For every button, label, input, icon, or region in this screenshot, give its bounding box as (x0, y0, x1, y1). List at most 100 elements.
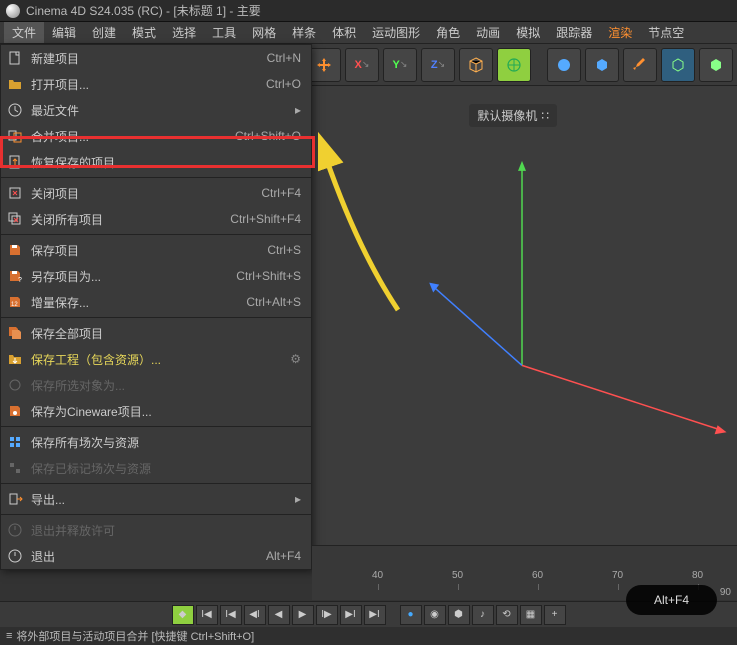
menubar: 文件 编辑 创建 模式 选择 工具 网格 样条 体积 运动图形 角色 动画 模拟… (0, 22, 737, 44)
incr-icon: 12 (5, 293, 25, 311)
menu-item-close[interactable]: 关闭项目 Ctrl+F4 (1, 180, 311, 206)
axis-x-icon[interactable]: X↘ (345, 48, 379, 82)
timeline-tick: 70 (612, 570, 623, 581)
tooltip: Alt+F4 (626, 585, 717, 615)
status-text: 将外部项目与活动项目合并 [快捷键 Ctrl+Shift+O] (16, 628, 254, 644)
sphere-tool-icon[interactable] (547, 48, 581, 82)
closeall-icon (5, 210, 25, 228)
menu-edit[interactable]: 编辑 (44, 22, 84, 43)
menu-tools[interactable]: 工具 (204, 22, 244, 43)
playback-button[interactable]: ▦ (520, 605, 542, 625)
timeline-end: 90 (720, 587, 731, 598)
play-back-button[interactable]: ◀ (268, 605, 290, 625)
shaded-icon[interactable] (699, 48, 733, 82)
menu-item-savepkg[interactable]: 保存工程（包含资源）... ⚙ (1, 346, 311, 372)
statusbar-icon: ≡ (6, 630, 12, 642)
menu-mograph[interactable]: 运动图形 (364, 22, 428, 43)
menu-item-saveall[interactable]: 保存全部项目 (1, 320, 311, 346)
menu-file[interactable]: 文件 (4, 22, 44, 43)
go-end-button[interactable]: ▶I (364, 605, 386, 625)
menu-item-new[interactable]: 新建项目 Ctrl+N (1, 45, 311, 71)
statusbar: ≡ 将外部项目与活动项目合并 [快捷键 Ctrl+Shift+O] (0, 627, 737, 645)
viewport[interactable]: 默认摄像机 ∷ (312, 86, 737, 545)
menu-create[interactable]: 创建 (84, 22, 124, 43)
menu-item-merge[interactable]: 合并项目... Ctrl+Shift+O (1, 123, 311, 149)
menu-item-quit[interactable]: 退出 Alt+F4 (1, 543, 311, 569)
next-key-button[interactable]: ▶I (340, 605, 362, 625)
camera-settings-icon: ∷ (541, 109, 549, 123)
savepkg-icon (5, 350, 25, 368)
cube-icon[interactable] (459, 48, 493, 82)
play-button[interactable]: ▶ (292, 605, 314, 625)
menu-volume[interactable]: 体积 (324, 22, 364, 43)
revert-icon (5, 153, 25, 171)
autokey-button[interactable]: ◉ (424, 605, 446, 625)
timeline-tick: 40 (372, 570, 383, 581)
menu-item-savesel: 保存所选对象为... (1, 372, 311, 398)
window-title: Cinema 4D S24.035 (RC) - [未标题 1] - 主要 (26, 2, 261, 19)
world-axis-icon[interactable] (497, 48, 531, 82)
export-icon (5, 490, 25, 508)
menu-node[interactable]: 节点空 (640, 22, 692, 43)
wireframe-icon[interactable] (661, 48, 695, 82)
step-back-button[interactable]: ◀I (244, 605, 266, 625)
menu-item-incr[interactable]: 12 增量保存... Ctrl+Alt+S (1, 289, 311, 315)
menu-item-cineware[interactable]: 保存为Cineware项目... (1, 398, 311, 424)
menu-character[interactable]: 角色 (428, 22, 468, 43)
menu-tracker[interactable]: 跟踪器 (548, 22, 600, 43)
step-fwd-button[interactable]: I▶ (316, 605, 338, 625)
timeline-tick: 50 (452, 570, 463, 581)
axis-z-icon[interactable]: Z↘ (421, 48, 455, 82)
gear-icon: ⚙ (290, 352, 301, 366)
timeline-tick: 60 (532, 570, 543, 581)
menu-simulate[interactable]: 模拟 (508, 22, 548, 43)
menu-mode[interactable]: 模式 (124, 22, 164, 43)
menu-spline[interactable]: 样条 (284, 22, 324, 43)
pen-tool-icon[interactable] (623, 48, 657, 82)
new-icon (5, 49, 25, 67)
axis-x-line (522, 365, 722, 430)
savesel-icon (5, 376, 25, 394)
save-icon (5, 241, 25, 259)
record-button[interactable]: ● (400, 605, 422, 625)
file-menu-dropdown: 新建项目 Ctrl+N 打开项目... Ctrl+O 最近文件 ▸ 合并项目..… (0, 44, 312, 570)
quit-icon (5, 547, 25, 565)
close-icon (5, 184, 25, 202)
recent-icon (5, 101, 25, 119)
menu-item-saveassets[interactable]: 保存所有场次与资源 (1, 429, 311, 455)
viewport-canvas (312, 86, 737, 545)
svg-text:?: ? (18, 277, 22, 284)
menu-render[interactable]: 渲染 (600, 22, 640, 43)
go-start-button[interactable]: I◀ (196, 605, 218, 625)
axis-z-line (432, 286, 522, 366)
menu-item-export[interactable]: 导出... ▸ (1, 486, 311, 512)
loop-button[interactable]: ⟲ (496, 605, 518, 625)
menu-select[interactable]: 选择 (164, 22, 204, 43)
key-options-button[interactable]: ⬢ (448, 605, 470, 625)
viewport-camera-label[interactable]: 默认摄像机 ∷ (469, 104, 557, 127)
box-tool-icon[interactable] (585, 48, 619, 82)
menu-item-closeall[interactable]: 关闭所有项目 Ctrl+Shift+F4 (1, 206, 311, 232)
prev-key-button[interactable]: I◀ (220, 605, 242, 625)
menu-item-quitlic: 退出并释放许可 (1, 517, 311, 543)
open-icon (5, 75, 25, 93)
menu-item-open[interactable]: 打开项目... Ctrl+O (1, 71, 311, 97)
timeline-tick: 80 (692, 570, 703, 581)
menu-item-revert[interactable]: 恢复保存的项目... (1, 149, 311, 175)
axis-y-icon[interactable]: Y↘ (383, 48, 417, 82)
menu-mesh[interactable]: 网格 (244, 22, 284, 43)
menu-animate[interactable]: 动画 (468, 22, 508, 43)
saveas-icon: ? (5, 267, 25, 285)
savemarked-icon (5, 459, 25, 477)
quitlic-icon (5, 521, 25, 539)
move-tool-icon[interactable] (307, 48, 341, 82)
sound-button[interactable]: ♪ (472, 605, 494, 625)
cineware-icon (5, 402, 25, 420)
menu-item-recent[interactable]: 最近文件 ▸ (1, 97, 311, 123)
saveassets-icon (5, 433, 25, 451)
menu-item-saveas[interactable]: ? 另存项目为... Ctrl+Shift+S (1, 263, 311, 289)
keyframe-button[interactable]: ◆ (172, 605, 194, 625)
pos-key-button[interactable]: + (544, 605, 566, 625)
app-logo-icon (6, 4, 20, 18)
menu-item-save[interactable]: 保存项目 Ctrl+S (1, 237, 311, 263)
